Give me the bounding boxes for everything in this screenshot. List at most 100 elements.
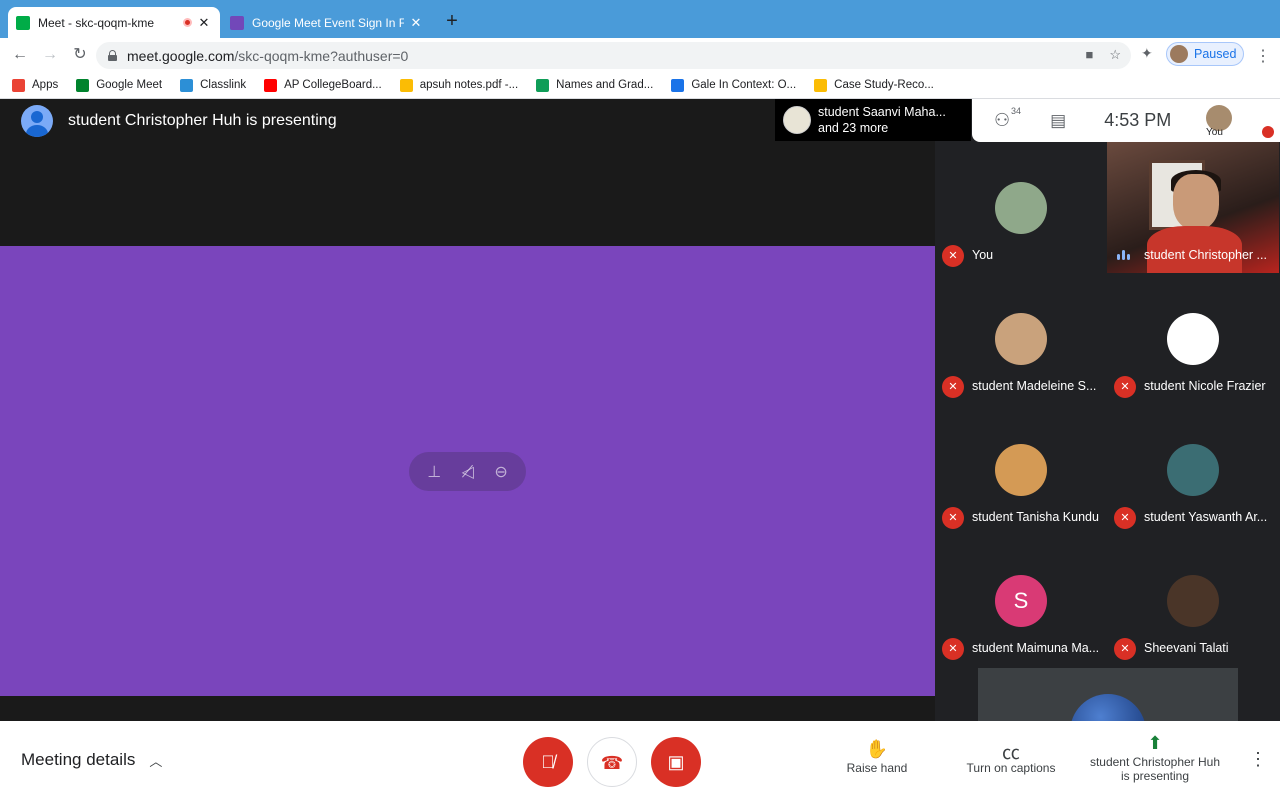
browser-toolbar: ← → ↻ meet.google.com/skc-qoqm-kme?authu… — [0, 38, 1280, 72]
forward-icon[interactable]: → — [38, 43, 62, 67]
present-label-1: student Christopher Huh — [1089, 755, 1221, 769]
raise-hand-label: Raise hand — [846, 761, 908, 775]
meeting-details-button[interactable]: Meeting details ︿ — [21, 750, 162, 770]
close-icon[interactable]: ✕ — [196, 15, 212, 31]
mute-speaker-icon[interactable]: ◁̸ — [462, 462, 474, 482]
avatar — [995, 444, 1047, 496]
raise-hand-button[interactable]: ✋ Raise hand — [838, 739, 916, 775]
tab-strip: Meet - skc-qoqm-kme ✕ Google Meet Event … — [0, 0, 1280, 38]
profile-button[interactable]: Paused — [1166, 42, 1244, 66]
avatar — [1170, 45, 1188, 63]
tab-meet[interactable]: Meet - skc-qoqm-kme ✕ — [8, 7, 220, 38]
camera-blocked-icon[interactable]: ■ — [1085, 47, 1093, 63]
more-options-icon[interactable]: ⋮ — [1249, 749, 1267, 770]
avatar — [995, 313, 1047, 365]
gale-icon — [671, 78, 685, 92]
participant-tile[interactable]: student Christopher ... — [1107, 142, 1279, 273]
meet-icon — [16, 15, 30, 30]
participant-tile[interactable]: ✕ You — [935, 142, 1107, 273]
participant-tile[interactable]: ✕ student Tanisha Kundu — [935, 404, 1107, 535]
tab-forms[interactable]: Google Meet Event Sign In For ✕ — [222, 7, 432, 38]
participant-tile[interactable]: ✕ student Madeleine S... — [935, 273, 1107, 404]
mic-toggle-button[interactable]: 🎙̸ — [523, 737, 573, 787]
bookmark-label: AP CollegeBoard... — [284, 79, 382, 91]
bookmark-item[interactable]: AP CollegeBoard... — [264, 78, 382, 92]
bookmark-item[interactable]: Apps — [12, 78, 59, 92]
bookmark-label: Classlink — [200, 79, 247, 91]
participant-count: 34 — [1011, 106, 1022, 116]
camera-off-icon: ▣ — [667, 752, 685, 772]
participant-name: student Yaswanth Ar... — [1144, 510, 1268, 524]
bookmark-label: Google Meet — [96, 79, 163, 91]
url-path: /skc-qoqm-kme?authuser=0 — [234, 47, 409, 64]
participant-name: student Nicole Frazier — [1144, 379, 1266, 393]
participant-tile[interactable]: ✕ student Nicole Frazier — [1107, 273, 1279, 404]
hand-icon: ✋ — [865, 739, 889, 759]
mic-off-icon: ✕ — [1114, 507, 1136, 529]
avatar — [1167, 575, 1219, 627]
extensions-icon[interactable]: ✦ — [1141, 45, 1153, 62]
chat-icon[interactable]: ▤ — [1050, 111, 1066, 131]
drive-icon — [814, 78, 828, 92]
profile-label: Paused — [1194, 47, 1237, 61]
mic-off-icon: ✕ — [942, 638, 964, 660]
join-notification: student Saanvi Maha... and 23 more — [775, 99, 971, 141]
captions-icon: ㏄ — [1002, 743, 1020, 763]
participant-name: student Maimuna Ma... — [972, 641, 1100, 655]
reload-icon[interactable]: ↻ — [68, 43, 92, 67]
new-tab-button[interactable]: + — [443, 11, 461, 31]
back-icon[interactable]: ← — [8, 43, 32, 67]
bookmark-item[interactable]: Classlink — [180, 78, 247, 92]
hang-up-icon: ☎ — [600, 753, 624, 773]
bookmark-label: Apps — [32, 79, 59, 91]
close-icon[interactable]: ✕ — [408, 15, 424, 31]
participant-tile[interactable]: ✕ Sheevani Talati — [1107, 535, 1279, 666]
captions-label: Turn on captions — [966, 761, 1056, 775]
bookmark-item[interactable]: Case Study-Reco... — [814, 78, 934, 92]
participant-name: student Madeleine S... — [972, 379, 1097, 393]
bookmark-item[interactable]: Names and Grad... — [536, 78, 653, 92]
chevron-up-icon: ︿ — [149, 753, 163, 769]
top-right-panel: ⚇ 34 ▤ 4:53 PM You — [972, 99, 1280, 142]
avatar — [1167, 313, 1219, 365]
participant-tile[interactable] — [978, 668, 1238, 770]
leave-call-button[interactable]: ☎ — [587, 737, 637, 787]
address-bar[interactable]: meet.google.com/skc-qoqm-kme?authuser=0 … — [96, 42, 1131, 69]
participant-tile[interactable]: ✕ student Yaswanth Ar... — [1107, 404, 1279, 535]
participant-name: Sheevani Talati — [1144, 641, 1229, 655]
url-host: meet.google.com — [127, 47, 235, 64]
presenter-header: student Christopher Huh is presenting — [0, 99, 337, 143]
participant-tile[interactable]: S ✕ student Maimuna Ma... — [935, 535, 1107, 666]
bookmark-label: apsuh notes.pdf -... — [419, 79, 519, 91]
browser-window: Meet - skc-qoqm-kme ✕ Google Meet Event … — [0, 0, 1280, 800]
present-button[interactable]: ⬆ student Christopher Huh is presenting — [1082, 733, 1228, 783]
people-icon: ⚇ — [994, 110, 1011, 130]
bookmarks-bar: Apps Google Meet Classlink AP CollegeBoard.… — [0, 72, 1280, 99]
clock: 4:53 PM — [1104, 110, 1172, 130]
people-button[interactable]: ⚇ 34 — [994, 106, 1021, 131]
mic-off-icon: ✕ — [942, 376, 964, 398]
avatar: S — [995, 575, 1047, 627]
pin-icon[interactable]: ⊥ — [427, 462, 441, 482]
bookmark-item[interactable]: apsuh notes.pdf -... — [399, 78, 519, 92]
mic-off-icon: ✕ — [1114, 376, 1136, 398]
lock-icon — [108, 50, 117, 61]
participant-grid: ✕ You student Christopher ... ✕ student Made… — [935, 142, 1280, 722]
tab-title: Google Meet Event Sign In For — [252, 15, 404, 30]
tab-title: Meet - skc-qoqm-kme — [38, 15, 155, 30]
apps-grid-icon — [12, 78, 25, 92]
kebab-menu-icon[interactable]: ⋮ — [1255, 46, 1271, 66]
avatar — [783, 106, 811, 134]
participant-name: student Tanisha Kundu — [972, 510, 1099, 524]
remove-icon[interactable]: ⊖ — [494, 462, 507, 482]
avatar — [995, 182, 1047, 234]
captions-button[interactable]: ㏄ Turn on captions — [956, 739, 1066, 775]
camera-toggle-button[interactable]: ▣ — [651, 737, 701, 787]
mic-off-icon — [1262, 126, 1274, 138]
star-icon[interactable]: ☆ — [1109, 47, 1121, 63]
meeting-details-label: Meeting details — [21, 750, 136, 769]
bookmark-item[interactable]: Google Meet — [76, 78, 163, 92]
bookmark-item[interactable]: Gale In Context: O... — [671, 78, 796, 92]
present-icon: ⬆ — [1147, 733, 1163, 753]
avatar — [1167, 444, 1219, 496]
